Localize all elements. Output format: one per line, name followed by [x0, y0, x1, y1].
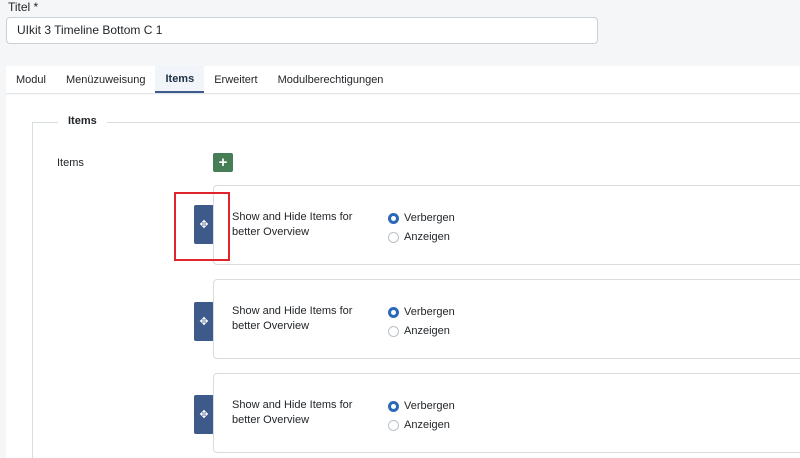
- radio-checked-indicator: [388, 212, 399, 224]
- item-row: Show and Hide Items for better Overview …: [213, 373, 800, 453]
- radio-verbergen[interactable]: Verbergen: [388, 400, 455, 412]
- radio-unchecked-indicator: [388, 231, 399, 243]
- radio-unchecked-indicator: [388, 325, 399, 337]
- radio-label: Verbergen: [404, 306, 455, 318]
- move-arrows-icon: ✥: [199, 219, 209, 231]
- fieldset-border-top: [32, 122, 800, 123]
- radio-checked-indicator: [388, 400, 399, 412]
- module-editor: Titel * UIkit 3 Timeline Bottom C 1 Modu…: [0, 0, 800, 458]
- drag-handle[interactable]: ✥: [194, 395, 214, 434]
- tab-erweitert[interactable]: Erweitert: [204, 66, 267, 93]
- item-row: Show and Hide Items for better Overview …: [213, 279, 800, 359]
- radio-label: Verbergen: [404, 400, 455, 412]
- drag-handle[interactable]: ✥: [194, 302, 214, 341]
- radio-label: Anzeigen: [404, 419, 450, 431]
- item-visibility-label: Show and Hide Items for better Overview: [232, 305, 353, 332]
- item-visibility-label: Show and Hide Items for better Overview: [232, 211, 353, 238]
- radio-anzeigen[interactable]: Anzeigen: [388, 231, 450, 243]
- tab-bar: Modul Menüzuweisung Items Erweitert Modu…: [6, 66, 800, 94]
- title-field-label: Titel *: [8, 0, 39, 14]
- title-input[interactable]: UIkit 3 Timeline Bottom C 1: [6, 17, 598, 44]
- radio-label: Anzeigen: [404, 231, 450, 243]
- fieldset-border-left: [32, 122, 33, 458]
- radio-checked-indicator: [388, 306, 399, 318]
- radio-anzeigen[interactable]: Anzeigen: [388, 325, 450, 337]
- tab-modul[interactable]: Modul: [6, 66, 56, 93]
- item-row: Show and Hide Items for better Overview …: [213, 185, 800, 265]
- radio-verbergen[interactable]: Verbergen: [388, 212, 455, 224]
- tab-items[interactable]: Items: [155, 66, 205, 93]
- radio-anzeigen[interactable]: Anzeigen: [388, 419, 450, 431]
- item-visibility-label: Show and Hide Items for better Overview: [232, 399, 353, 426]
- tab-modulberechtigungen[interactable]: Modulberechtigungen: [268, 66, 394, 93]
- radio-label: Anzeigen: [404, 325, 450, 337]
- plus-icon: +: [218, 154, 228, 171]
- radio-verbergen[interactable]: Verbergen: [388, 306, 455, 318]
- move-arrows-icon: ✥: [199, 409, 209, 421]
- drag-handle[interactable]: ✥: [194, 205, 214, 244]
- radio-label: Verbergen: [404, 212, 455, 224]
- move-arrows-icon: ✥: [199, 316, 209, 328]
- add-item-button[interactable]: +: [213, 153, 233, 172]
- items-panel: Items Items + ✥ Show and Hide Items for …: [6, 95, 800, 458]
- radio-unchecked-indicator: [388, 419, 399, 431]
- fieldset-legend: Items: [58, 115, 107, 127]
- tab-menuzuweisung[interactable]: Menüzuweisung: [56, 66, 156, 93]
- items-field-label: Items: [57, 157, 84, 169]
